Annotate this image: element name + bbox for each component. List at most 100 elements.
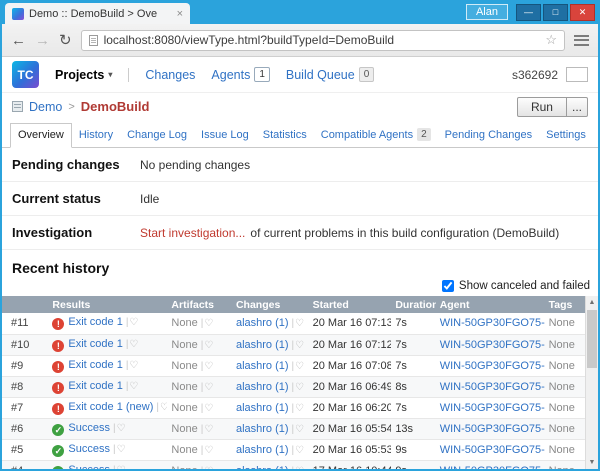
close-button[interactable]: ✕ bbox=[570, 4, 595, 21]
browser-tab[interactable]: Demo :: DemoBuild > Ove × bbox=[5, 3, 190, 24]
build-result-link[interactable]: Exit code 1 bbox=[68, 316, 122, 328]
agent-link[interactable]: WIN-50GP30FGO75-1 bbox=[440, 465, 545, 470]
pin-icon[interactable]: ♡ bbox=[295, 445, 304, 456]
tab-change-log[interactable]: Change Log bbox=[120, 124, 194, 147]
tab-label: Overview bbox=[18, 129, 64, 141]
tab-overview[interactable]: Overview bbox=[10, 123, 72, 148]
pin-icon[interactable]: ♡ bbox=[295, 403, 304, 414]
nav-item-build-queue[interactable]: Build Queue 0 bbox=[286, 67, 374, 82]
tab-statistics[interactable]: Statistics bbox=[256, 124, 314, 147]
pin-icon[interactable]: ♡ bbox=[204, 445, 213, 456]
refresh-button[interactable]: ↻ bbox=[59, 33, 72, 48]
pin-icon[interactable]: ♡ bbox=[295, 424, 304, 435]
build-result-link[interactable]: Exit code 1 bbox=[68, 338, 122, 350]
pin-icon[interactable]: ♡ bbox=[295, 340, 304, 351]
hamburger-menu-icon[interactable] bbox=[574, 35, 589, 46]
username[interactable]: s362692 bbox=[512, 68, 558, 82]
nav-projects-label: Projects bbox=[55, 68, 104, 82]
build-result-link[interactable]: Exit code 1 bbox=[68, 380, 122, 392]
build-result-link[interactable]: Exit code 1 (new) bbox=[68, 401, 153, 413]
changes-link[interactable]: alashro (1) bbox=[236, 360, 289, 372]
pin-icon[interactable]: ♡ bbox=[160, 402, 167, 413]
success-icon: ✓ bbox=[52, 466, 64, 470]
current-status-value: Idle bbox=[140, 192, 159, 206]
browser-profile-button[interactable]: Alan bbox=[466, 4, 508, 20]
user-menu-button[interactable] bbox=[566, 67, 588, 82]
pin-icon[interactable]: ♡ bbox=[129, 360, 138, 371]
nav-item-changes[interactable]: Changes bbox=[145, 68, 195, 82]
pin-icon[interactable]: ♡ bbox=[117, 444, 126, 455]
build-result-link[interactable]: Success bbox=[68, 422, 110, 434]
duration-value: 7s bbox=[391, 397, 435, 418]
tab-issue-log[interactable]: Issue Log bbox=[194, 124, 256, 147]
vertical-scrollbar[interactable]: ▲ ▼ bbox=[585, 296, 598, 469]
scroll-down-button[interactable]: ▼ bbox=[586, 456, 598, 469]
agents-count-badge: 1 bbox=[254, 67, 270, 82]
pin-icon[interactable]: ♡ bbox=[129, 339, 138, 350]
agent-link[interactable]: WIN-50GP30FGO75-1 bbox=[440, 317, 545, 329]
tags-value: None bbox=[545, 376, 585, 397]
pin-icon[interactable]: ♡ bbox=[204, 466, 213, 470]
agent-link[interactable]: WIN-50GP30FGO75-1 bbox=[440, 360, 545, 372]
start-investigation-link[interactable]: Start investigation... bbox=[140, 226, 245, 240]
pin-icon[interactable]: ♡ bbox=[295, 466, 304, 470]
back-button[interactable]: ← bbox=[11, 33, 26, 48]
artifacts-value: None bbox=[171, 317, 197, 329]
scroll-up-button[interactable]: ▲ bbox=[586, 296, 598, 309]
artifacts-value: None bbox=[171, 339, 197, 351]
agent-link[interactable]: WIN-50GP30FGO75-1 bbox=[440, 423, 545, 435]
pin-icon[interactable]: ♡ bbox=[117, 423, 126, 434]
agent-link[interactable]: WIN-50GP30FGO75-1 bbox=[440, 339, 545, 351]
pin-icon[interactable]: ♡ bbox=[204, 382, 213, 393]
tab-compatible-agents[interactable]: Compatible Agents 2 bbox=[314, 123, 438, 147]
tab-history[interactable]: History bbox=[72, 124, 120, 147]
run-button[interactable]: Run bbox=[517, 97, 567, 117]
maximize-button[interactable]: □ bbox=[543, 4, 568, 21]
nav-item-agents[interactable]: Agents 1 bbox=[211, 67, 269, 82]
show-canceled-checkbox[interactable] bbox=[442, 280, 454, 292]
artifacts-value: None bbox=[171, 423, 197, 435]
pin-icon[interactable]: ♡ bbox=[204, 403, 213, 414]
started-value: 20 Mar 16 06:49 bbox=[309, 376, 392, 397]
pin-icon[interactable]: ♡ bbox=[129, 381, 138, 392]
build-result-link[interactable]: Exit code 1 bbox=[68, 359, 122, 371]
started-value: 17 Mar 16 10:44 bbox=[309, 460, 392, 469]
changes-link[interactable]: alashro (1) bbox=[236, 423, 289, 435]
tab-settings[interactable]: Settings bbox=[539, 124, 593, 147]
nav-item-projects[interactable]: Projects ▾ bbox=[55, 68, 112, 82]
pin-icon[interactable]: ♡ bbox=[129, 317, 138, 328]
pin-icon[interactable]: ♡ bbox=[204, 340, 213, 351]
scrollbar-thumb[interactable] bbox=[587, 310, 597, 368]
pin-icon[interactable]: ♡ bbox=[117, 465, 126, 470]
agent-link[interactable]: WIN-50GP30FGO75-1 bbox=[440, 381, 545, 393]
build-result-link[interactable]: Success bbox=[68, 464, 110, 470]
run-more-button[interactable]: ... bbox=[567, 97, 588, 117]
started-value: 20 Mar 16 06:20 bbox=[309, 397, 392, 418]
teamcity-logo[interactable]: TC bbox=[12, 61, 39, 88]
changes-link[interactable]: alashro (1) bbox=[236, 381, 289, 393]
bookmark-star-icon[interactable]: ☆ bbox=[545, 32, 557, 48]
forward-button[interactable]: → bbox=[35, 33, 50, 48]
pin-icon[interactable]: ♡ bbox=[204, 318, 213, 329]
agent-link[interactable]: WIN-50GP30FGO75-1 bbox=[440, 402, 545, 414]
pin-icon[interactable]: ♡ bbox=[295, 318, 304, 329]
changes-link[interactable]: alashro (1) bbox=[236, 465, 289, 470]
changes-link[interactable]: alashro (1) bbox=[236, 339, 289, 351]
pin-icon[interactable]: ♡ bbox=[204, 424, 213, 435]
nav-agents-label: Agents bbox=[211, 68, 250, 82]
changes-link[interactable]: alashro (1) bbox=[236, 317, 289, 329]
minimize-button[interactable]: — bbox=[516, 4, 541, 21]
build-result-link[interactable]: Success bbox=[68, 443, 110, 455]
pin-icon[interactable]: ♡ bbox=[295, 361, 304, 372]
changes-link[interactable]: alashro (1) bbox=[236, 402, 289, 414]
tab-pending-changes[interactable]: Pending Changes bbox=[438, 124, 539, 147]
changes-link[interactable]: alashro (1) bbox=[236, 444, 289, 456]
success-icon: ✓ bbox=[52, 445, 64, 457]
tab-close-icon[interactable]: × bbox=[177, 8, 183, 20]
pin-icon[interactable]: ♡ bbox=[295, 382, 304, 393]
breadcrumb-project-link[interactable]: Demo bbox=[29, 100, 62, 114]
pin-icon[interactable]: ♡ bbox=[204, 361, 213, 372]
agent-link[interactable]: WIN-50GP30FGO75-1 bbox=[440, 444, 545, 456]
artifacts-value: None bbox=[171, 465, 197, 470]
address-bar[interactable]: localhost:8080/viewType.html?buildTypeId… bbox=[81, 30, 565, 51]
